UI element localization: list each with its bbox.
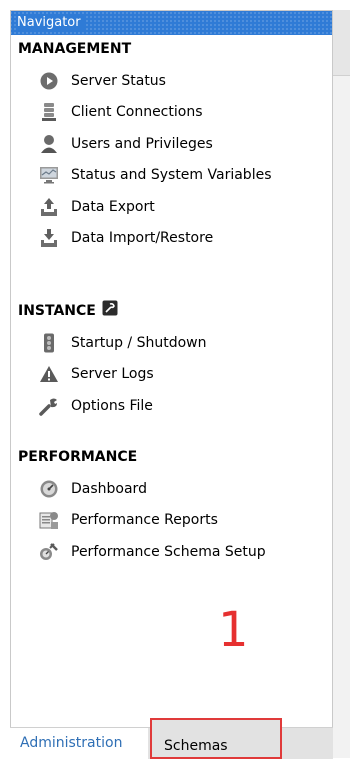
monitor-icon: [39, 165, 59, 185]
nav-item-label: Options File: [71, 397, 153, 414]
reports-icon: [39, 510, 59, 530]
nav-item-users-privileges[interactable]: Users and Privileges: [11, 128, 332, 160]
play-circle-icon: [39, 71, 59, 91]
instance-section-title: INSTANCE: [11, 300, 332, 322]
main-area-edge: [333, 10, 350, 758]
tab-administration[interactable]: Administration: [10, 728, 148, 759]
traffic-light-icon: [39, 333, 59, 353]
nav-item-performance-schema-setup[interactable]: Performance Schema Setup: [11, 536, 332, 568]
nav-item-startup-shutdown[interactable]: Startup / Shutdown: [11, 327, 332, 359]
download-tray-icon: [39, 228, 59, 248]
main-area-toolbar-edge: [333, 10, 350, 76]
navigator-panel: Navigator MANAGEMENT Server Status Clien…: [10, 10, 333, 758]
nav-item-data-export[interactable]: Data Export: [11, 191, 332, 223]
nav-item-label: Users and Privileges: [71, 135, 213, 152]
wrench-icon: [39, 396, 59, 416]
upload-tray-icon: [39, 197, 59, 217]
instance-settings-icon[interactable]: [102, 300, 118, 322]
management-section: MANAGEMENT Server Status Client Connecti…: [11, 39, 332, 254]
nav-item-label: Data Import/Restore: [71, 230, 214, 247]
nav-item-label: Performance Schema Setup: [71, 543, 266, 560]
performance-section: PERFORMANCE Dashboard Performance Report…: [11, 447, 332, 568]
instance-heading: INSTANCE: [18, 303, 96, 319]
nav-item-label: Server Status: [71, 72, 166, 89]
nav-item-client-connections[interactable]: Client Connections: [11, 97, 332, 129]
nav-item-dashboard[interactable]: Dashboard: [11, 473, 332, 505]
navigator-title: Navigator: [17, 15, 85, 30]
navigator-titlebar: Navigator: [11, 11, 332, 35]
instance-section: INSTANCE Startup / Shutdown Server Logs: [11, 300, 332, 422]
tab-schemas-label: Schemas: [164, 738, 228, 754]
nav-item-options-file[interactable]: Options File: [11, 390, 332, 422]
performance-heading: PERFORMANCE: [18, 449, 138, 465]
server-stack-icon: [39, 102, 59, 122]
nav-item-performance-reports[interactable]: Performance Reports: [11, 505, 332, 537]
nav-item-server-logs[interactable]: Server Logs: [11, 359, 332, 391]
management-heading: MANAGEMENT: [18, 41, 132, 57]
tab-schemas[interactable]: Schemas: [150, 718, 282, 759]
gauge-icon: [39, 479, 59, 499]
nav-item-label: Data Export: [71, 198, 155, 215]
annotation-number: 1: [218, 602, 249, 658]
performance-section-title: PERFORMANCE: [11, 447, 332, 467]
nav-item-label: Status and System Variables: [71, 167, 272, 184]
warning-icon: [39, 364, 59, 384]
nav-item-label: Dashboard: [71, 480, 147, 497]
nav-item-status-system-variables[interactable]: Status and System Variables: [11, 160, 332, 192]
nav-item-data-import-restore[interactable]: Data Import/Restore: [11, 223, 332, 255]
nav-item-label: Client Connections: [71, 104, 203, 121]
nav-item-label: Startup / Shutdown: [71, 334, 207, 351]
management-section-title: MANAGEMENT: [11, 39, 332, 59]
nav-item-server-status[interactable]: Server Status: [11, 65, 332, 97]
schema-setup-icon: [39, 542, 59, 562]
nav-item-label: Performance Reports: [71, 512, 218, 529]
user-icon: [39, 134, 59, 154]
navigator-tab-bar: Administration Schemas: [10, 718, 333, 759]
nav-item-label: Server Logs: [71, 366, 154, 383]
